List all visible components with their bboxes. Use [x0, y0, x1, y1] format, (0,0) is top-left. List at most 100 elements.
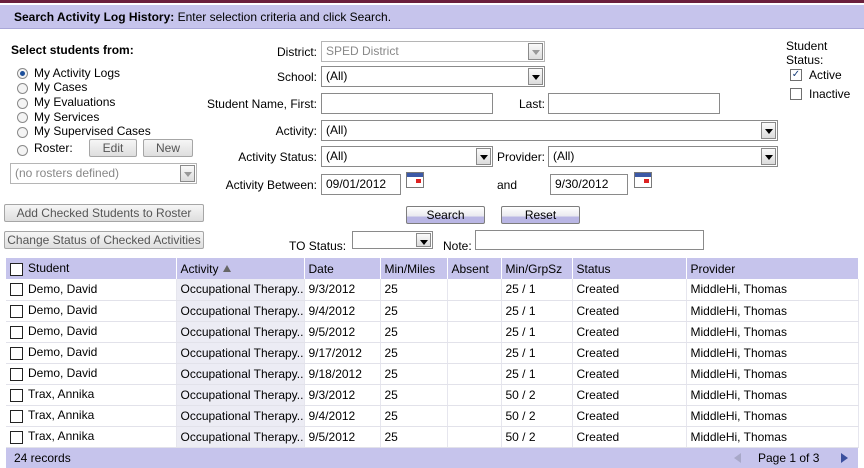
- table-row[interactable]: Trax, Annika Occupational Therapy... 9/3/2…: [6, 384, 859, 406]
- column-header-status[interactable]: Status: [572, 258, 687, 279]
- column-header-date[interactable]: Date: [304, 258, 381, 279]
- add-checked-to-roster-button[interactable]: Add Checked Students to Roster: [4, 204, 204, 222]
- cell-value[interactable]: Trax, Annika: [28, 429, 94, 443]
- radio-roster[interactable]: [17, 145, 28, 156]
- from-date-input[interactable]: 09/01/2012: [321, 174, 401, 195]
- inactive-checkbox[interactable]: [790, 88, 802, 100]
- cell-student: Demo, David: [6, 300, 177, 322]
- cell-status: Created: [572, 363, 687, 385]
- dropdown-arrow-icon: [528, 43, 543, 60]
- cell-activity: Occupational Therapy...: [176, 342, 305, 364]
- radio-label: My Cases: [34, 80, 88, 94]
- cell-value: MiddleHi, Thomas: [690, 429, 787, 444]
- to-status-select[interactable]: [352, 231, 433, 249]
- calendar-icon[interactable]: [634, 172, 652, 188]
- table-row[interactable]: Trax, Annika Occupational Therapy... 9/5/2…: [6, 426, 859, 448]
- cell-value[interactable]: Demo, David: [28, 366, 97, 380]
- table-row[interactable]: Demo, David Occupational Therapy... 9/3/20…: [6, 279, 859, 301]
- column-header-label: Student: [28, 261, 70, 276]
- radio-my-services[interactable]: [17, 112, 28, 123]
- cell-date: 9/4/2012: [304, 405, 381, 427]
- table-row[interactable]: Demo, David Occupational Therapy... 9/18/2…: [6, 363, 859, 385]
- provider-value: (All): [553, 149, 575, 163]
- note-input[interactable]: [475, 230, 704, 250]
- next-page-icon[interactable]: [841, 453, 848, 463]
- cell-value: Occupational Therapy...: [180, 282, 304, 297]
- table-row[interactable]: Demo, David Occupational Therapy... 9/17/2…: [6, 342, 859, 364]
- cell-date: 9/3/2012: [304, 384, 381, 406]
- cell-activity: Occupational Therapy...: [176, 363, 305, 385]
- cell-value: 25 / 1: [505, 345, 536, 360]
- cell-absent: [447, 405, 502, 427]
- cell-value: Created: [576, 324, 620, 339]
- cell-value: Created: [576, 345, 620, 360]
- first-name-input[interactable]: [321, 93, 493, 114]
- activity-label: Activity:: [275, 124, 317, 138]
- select-all-checkbox[interactable]: [10, 262, 23, 276]
- reset-button[interactable]: Reset: [501, 206, 580, 224]
- cell-value[interactable]: Demo, David: [28, 345, 97, 359]
- radio-my-activity-logs[interactable]: [17, 68, 28, 79]
- table-row[interactable]: Demo, David Occupational Therapy... 9/5/20…: [6, 321, 859, 343]
- row-checkbox[interactable]: [10, 304, 23, 318]
- radio-my-cases[interactable]: [17, 83, 28, 94]
- change-status-button[interactable]: Change Status of Checked Activities: [4, 231, 204, 249]
- student-status-heading: Status:: [786, 53, 824, 67]
- radio-my-supervised-cases[interactable]: [17, 127, 28, 138]
- row-checkbox[interactable]: [10, 283, 23, 297]
- cell-provider: MiddleHi, Thomas: [686, 279, 859, 301]
- radio-my-evaluations[interactable]: [17, 98, 28, 109]
- dropdown-arrow-icon: [476, 148, 491, 165]
- column-header-min-grpsz[interactable]: Min/GrpSz: [501, 258, 573, 279]
- cell-value: MiddleHi, Thomas: [690, 366, 787, 381]
- activity-select[interactable]: (All): [321, 120, 778, 141]
- table-row[interactable]: Trax, Annika Occupational Therapy... 9/4/2…: [6, 405, 859, 427]
- cell-value: 25: [384, 282, 398, 297]
- to-date-input[interactable]: 9/30/2012: [550, 174, 628, 195]
- new-roster-button[interactable]: New: [143, 139, 193, 157]
- note-label: Note:: [443, 239, 472, 253]
- cell-provider: MiddleHi, Thomas: [686, 321, 859, 343]
- row-checkbox[interactable]: [10, 409, 23, 423]
- and-label: and: [497, 178, 518, 192]
- cell-value[interactable]: Demo, David: [28, 303, 97, 317]
- table-row[interactable]: Demo, David Occupational Therapy... 9/4/20…: [6, 300, 859, 322]
- provider-select[interactable]: (All): [548, 146, 778, 167]
- cell-value[interactable]: Trax, Annika: [28, 408, 94, 422]
- sort-asc-icon: [222, 264, 231, 272]
- cell-provider: MiddleHi, Thomas: [686, 405, 859, 427]
- column-header-min-miles[interactable]: Min/Miles: [380, 258, 448, 279]
- cell-value: Occupational Therapy...: [180, 408, 304, 423]
- column-header-activity[interactable]: Activity: [176, 258, 305, 279]
- cell-provider: MiddleHi, Thomas: [686, 342, 859, 364]
- school-label: School:: [276, 70, 317, 84]
- cell-min-miles: 25: [380, 321, 448, 343]
- activity-status-select[interactable]: (All): [321, 146, 493, 167]
- prev-page-icon[interactable]: [734, 453, 741, 463]
- cell-value[interactable]: Demo, David: [28, 324, 97, 338]
- school-select[interactable]: (All): [321, 66, 545, 87]
- column-header-provider[interactable]: Provider: [686, 258, 859, 279]
- cell-value[interactable]: Trax, Annika: [28, 387, 94, 401]
- column-header-student[interactable]: Student: [6, 258, 177, 279]
- table-header-row: Student Activity Date Min/Miles Absent M…: [6, 258, 859, 279]
- search-button[interactable]: Search: [406, 206, 485, 224]
- active-checkbox[interactable]: ✓: [790, 69, 802, 81]
- cell-value: 9/5/2012: [308, 429, 356, 444]
- cell-student: Trax, Annika: [6, 384, 177, 406]
- column-header-absent[interactable]: Absent: [447, 258, 502, 279]
- cell-status: Created: [572, 321, 687, 343]
- cell-value[interactable]: Demo, David: [28, 282, 97, 296]
- roster-select[interactable]: (no rosters defined): [10, 163, 197, 184]
- row-checkbox[interactable]: [10, 346, 23, 360]
- district-select[interactable]: SPED District: [321, 41, 545, 62]
- row-checkbox[interactable]: [10, 388, 23, 402]
- row-checkbox[interactable]: [10, 325, 23, 339]
- row-checkbox[interactable]: [10, 367, 23, 381]
- edit-roster-button[interactable]: Edit: [89, 139, 137, 157]
- column-header-label: Status: [576, 261, 611, 276]
- page-info: Page 1 of 3: [758, 451, 820, 465]
- last-name-input[interactable]: [548, 93, 720, 114]
- calendar-icon[interactable]: [406, 172, 424, 188]
- row-checkbox[interactable]: [10, 430, 23, 444]
